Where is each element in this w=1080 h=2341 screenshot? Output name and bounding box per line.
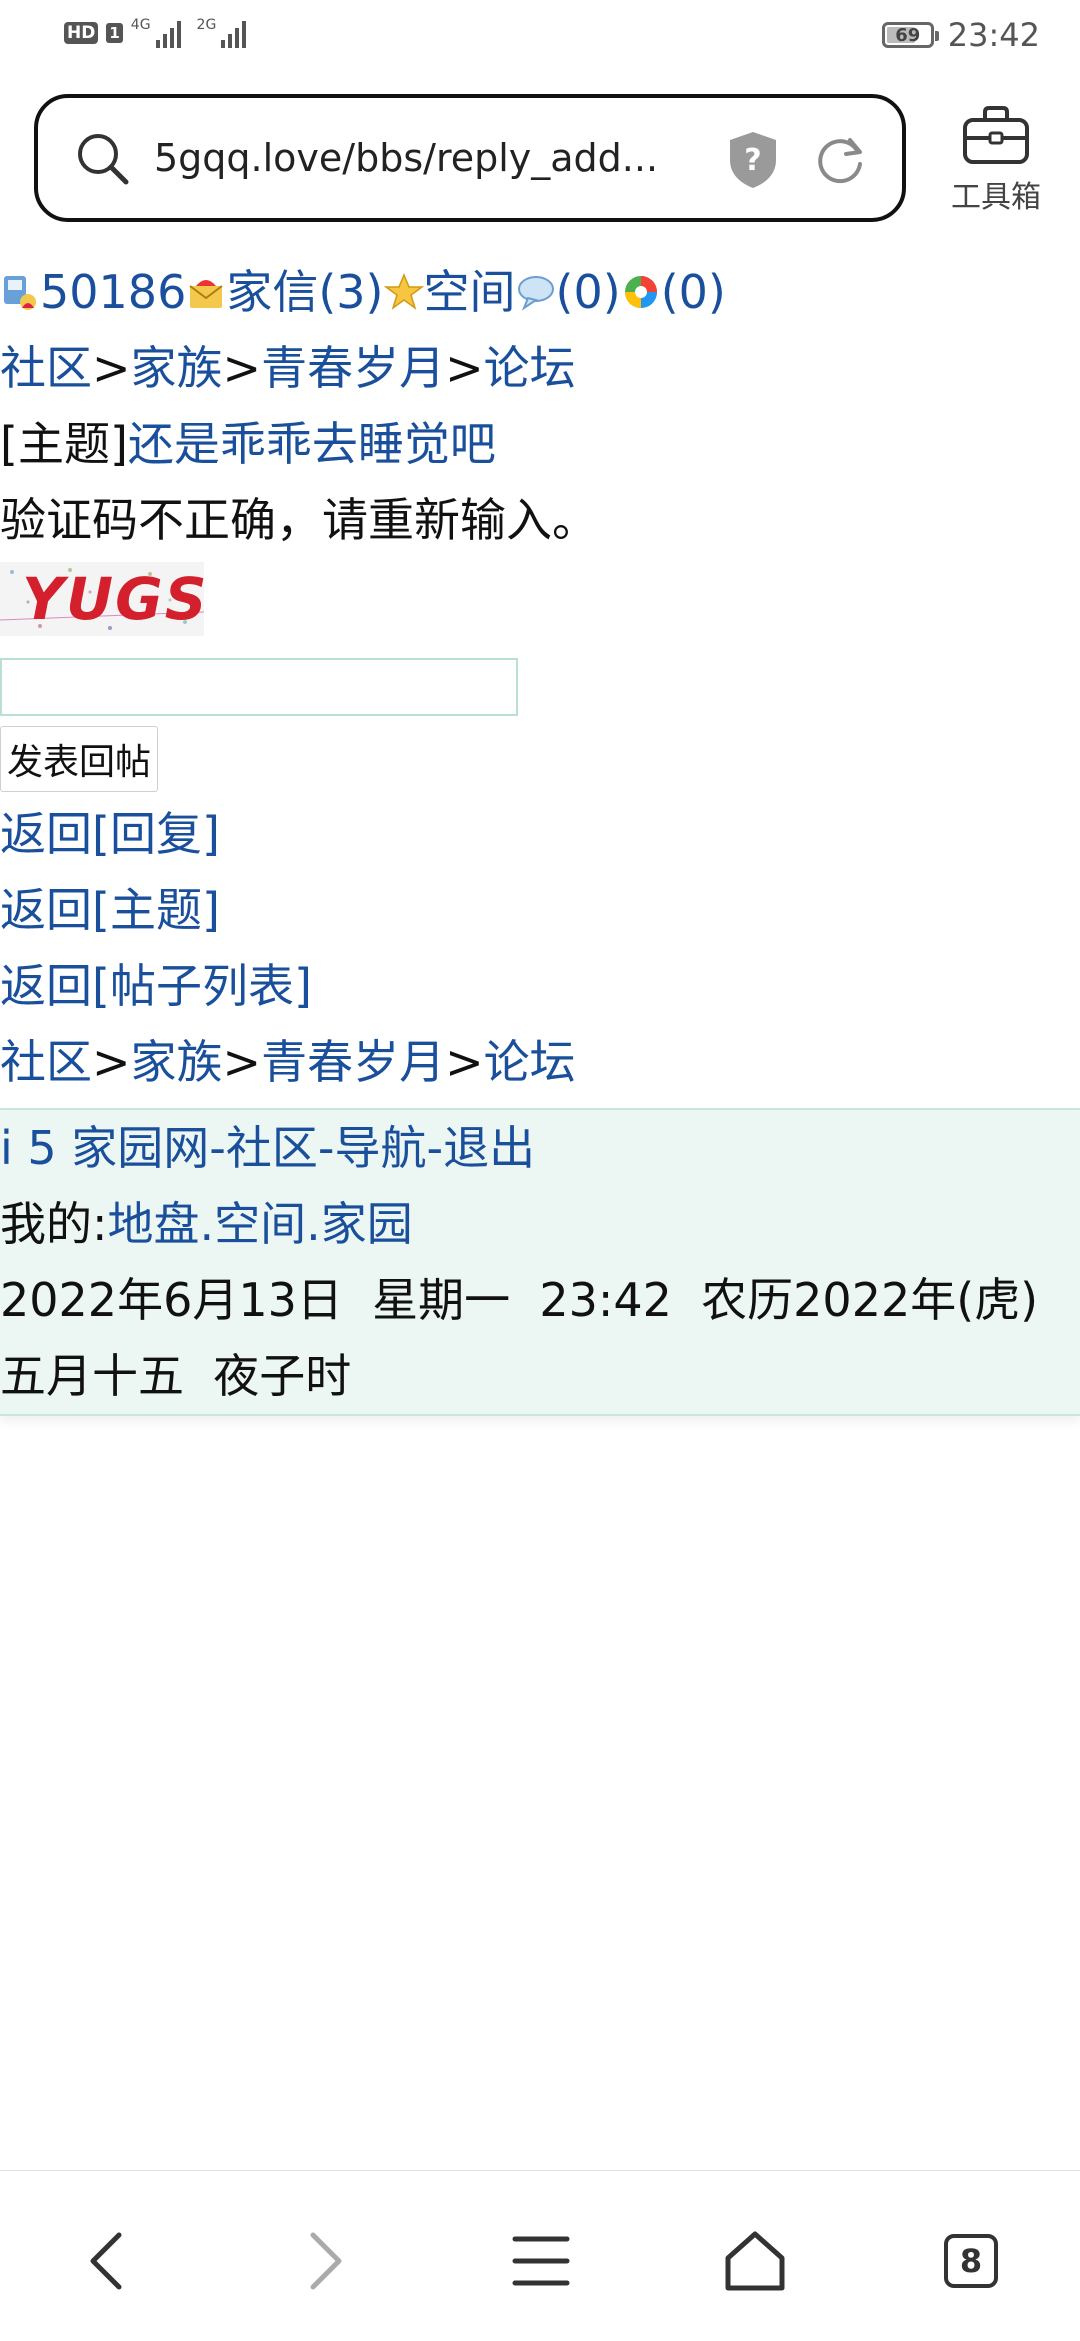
footer-separator: - xyxy=(426,1120,444,1175)
footer-mine: 我的:地盘.空间.家园 xyxy=(0,1186,1080,1262)
breadcrumb-separator: > xyxy=(445,1034,484,1089)
toolbox-button[interactable]: 工具箱 xyxy=(940,100,1052,230)
site-footer: i 5 家园网-社区-导航-退出 我的:地盘.空间.家园 2022年6月13日 … xyxy=(0,1107,1080,1416)
search-icon xyxy=(78,134,129,185)
status-bar: HD 1 4G 2G 69 23:42 xyxy=(0,0,1080,76)
tab-count: 8 xyxy=(944,2234,998,2288)
chevron-right-icon xyxy=(310,2232,342,2290)
forward-button[interactable] xyxy=(280,2221,370,2301)
back-to-post-list-link[interactable]: 返回[帖子列表] xyxy=(0,959,312,1013)
page-content: 50186 家信(3) 空间 (0) (0) 社区>家族>青春岁月>论坛 [主题… xyxy=(0,254,1080,1416)
home-button[interactable] xyxy=(710,2221,800,2301)
footer-separator: - xyxy=(209,1120,226,1175)
breadcrumb-youth[interactable]: 青春岁月 xyxy=(261,341,445,395)
breadcrumb-separator: > xyxy=(222,1034,262,1089)
browser-nav-bar: 8 xyxy=(0,2170,1080,2341)
chat-bubble-icon xyxy=(517,276,554,311)
error-message: 验证码不正确，请重新输入。 xyxy=(0,493,598,547)
breadcrumb-community[interactable]: 社区 xyxy=(0,1035,92,1089)
status-right: 69 23:42 xyxy=(881,16,1040,54)
home-icon xyxy=(725,2231,785,2291)
breadcrumb-family[interactable]: 家族 xyxy=(131,341,223,395)
captcha-image[interactable]: YUGS xyxy=(0,562,204,636)
breadcrumb-forum[interactable]: 论坛 xyxy=(484,1035,576,1089)
breadcrumb-community[interactable]: 社区 xyxy=(0,341,92,395)
topic-title-link[interactable]: 还是乖乖去睡觉吧 xyxy=(128,417,496,471)
footer-nav: i 5 家园网-社区-导航-退出 xyxy=(0,1110,1080,1186)
chevron-left-icon xyxy=(90,2232,122,2290)
network-type-label: 2G xyxy=(196,17,217,33)
breadcrumb-separator: > xyxy=(92,1034,131,1089)
status-left: HD 1 4G 2G xyxy=(64,18,247,48)
star-icon xyxy=(383,273,424,310)
captcha-text: YUGS xyxy=(22,565,204,633)
site-home-link[interactable]: i 5 家园网 xyxy=(0,1121,209,1175)
breadcrumb-separator: > xyxy=(222,341,262,395)
sim-badge: 1 xyxy=(106,23,123,43)
reload-icon[interactable] xyxy=(812,132,868,188)
back-button[interactable] xyxy=(62,2221,152,2301)
toolbox-label: 工具箱 xyxy=(951,180,1041,215)
mine-territory-link[interactable]: 地盘 xyxy=(108,1197,200,1251)
footer-datetime: 2022年6月13日 星期一 23:42 农历2022年(虎) 五月十五 夜子时 xyxy=(0,1272,1068,1403)
address-bar[interactable]: 5gqq.love/bbs/reply_add... ? xyxy=(34,94,906,222)
user-icon xyxy=(4,276,36,310)
color-wheel-icon xyxy=(624,276,657,308)
mail-link[interactable]: 家信(3) xyxy=(226,265,383,319)
status-clock: 23:42 xyxy=(947,16,1040,54)
mine-space-link[interactable]: 空间 xyxy=(214,1197,306,1251)
chat-count-link[interactable]: (0) xyxy=(556,265,621,319)
battery-level: 69 xyxy=(895,24,921,46)
mine-separator: . xyxy=(306,1196,321,1251)
toolbox-icon xyxy=(963,106,1029,164)
breadcrumb-separator: > xyxy=(92,341,131,395)
mail-icon xyxy=(189,280,223,308)
battery-icon: 69 xyxy=(881,22,939,48)
user-id-link[interactable]: 50186 xyxy=(40,265,186,319)
mine-separator: . xyxy=(199,1196,215,1251)
footer-separator: - xyxy=(317,1120,335,1175)
hd-badge: HD xyxy=(64,22,99,44)
menu-icon xyxy=(512,2236,570,2286)
network-type-label: 4G xyxy=(130,17,151,33)
footer-navigation-link[interactable]: 导航 xyxy=(335,1121,427,1175)
space-link[interactable]: 空间 xyxy=(424,265,516,319)
breadcrumb-youth[interactable]: 青春岁月 xyxy=(261,1035,445,1089)
signal-icon: 2G xyxy=(197,18,247,48)
topic-line: [主题]还是乖乖去睡觉吧 xyxy=(0,406,1080,482)
mine-label: 我的: xyxy=(0,1196,108,1251)
svg-text:?: ? xyxy=(744,143,761,178)
topic-prefix: [主题] xyxy=(0,417,128,471)
mine-home-link[interactable]: 家园 xyxy=(321,1197,413,1251)
user-bar: 50186 家信(3) 空间 (0) (0) xyxy=(0,254,1080,330)
menu-button[interactable] xyxy=(496,2221,586,2301)
url-text[interactable]: 5gqq.love/bbs/reply_add... xyxy=(154,128,714,188)
back-to-reply-link[interactable]: 返回[回复] xyxy=(0,807,220,861)
breadcrumb: 社区>家族>青春岁月>论坛 xyxy=(0,330,1080,406)
breadcrumb-separator: > xyxy=(445,341,484,395)
signal-icon: 4G xyxy=(131,18,181,48)
breadcrumb-family[interactable]: 家族 xyxy=(131,1035,223,1089)
submit-reply-button[interactable]: 发表回帖 xyxy=(0,725,159,792)
shield-icon[interactable]: ? xyxy=(726,130,780,190)
captcha-input[interactable] xyxy=(0,658,518,716)
back-to-topic-link[interactable]: 返回[主题] xyxy=(0,883,220,937)
breadcrumb-forum[interactable]: 论坛 xyxy=(484,341,576,395)
footer-community-link[interactable]: 社区 xyxy=(226,1121,318,1175)
breadcrumb-bottom: 社区>家族>青春岁月>论坛 xyxy=(0,1024,1080,1100)
footer-logout-link[interactable]: 退出 xyxy=(443,1121,535,1175)
other-count-link[interactable]: (0) xyxy=(661,265,726,319)
tabs-button[interactable]: 8 xyxy=(926,2221,1016,2301)
